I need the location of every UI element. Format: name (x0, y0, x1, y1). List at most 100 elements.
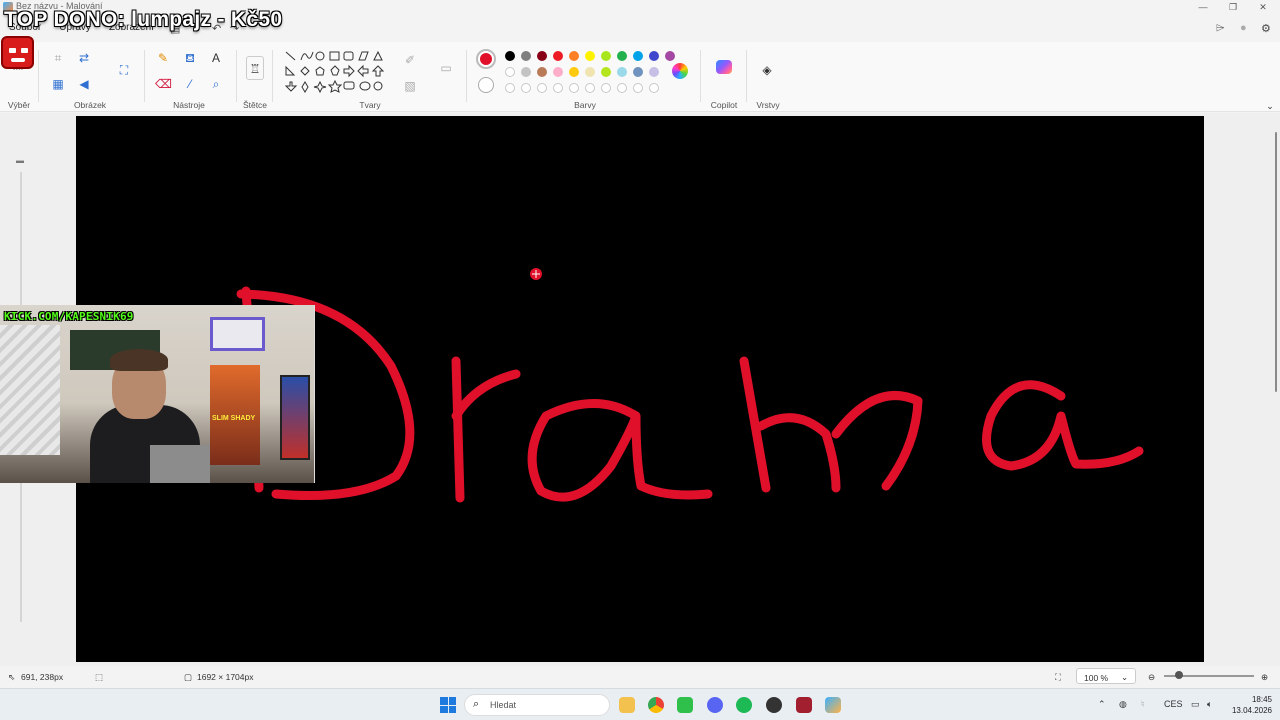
custom-color-slot[interactable] (633, 83, 643, 93)
close-button[interactable]: ✕ (1246, 0, 1280, 14)
language-indicator[interactable]: CES (1164, 699, 1183, 709)
search-icon: ⌕ (473, 698, 480, 710)
collapse-ribbon-icon[interactable]: ⌄ (1262, 98, 1278, 114)
resize-icon[interactable]: ⇄ (76, 50, 92, 66)
shape-style-icon[interactable]: ▭ (438, 60, 454, 76)
palette-swatch[interactable] (505, 67, 515, 77)
app-icon-red[interactable] (796, 697, 812, 713)
palette-swatch[interactable] (633, 67, 643, 77)
palette-swatch[interactable] (585, 67, 595, 77)
palette-swatch[interactable] (585, 51, 595, 61)
palette-swatch[interactable] (633, 51, 643, 61)
tray-app-icon[interactable]: ◍ (1119, 699, 1127, 710)
magnifier-icon[interactable]: ⌕ (208, 76, 224, 92)
ribbon-divider (700, 50, 701, 102)
group-label-colors: Barvy (574, 100, 596, 110)
webcam-overlay: SLIM SHADY KICK.COM/KAPESNIK69 (0, 305, 315, 483)
clock[interactable]: 18:45 13.04.2026 (1222, 694, 1272, 716)
palette-swatch[interactable] (553, 51, 563, 61)
ribbon-divider (38, 50, 39, 102)
remove-background-icon[interactable]: ▦ (50, 76, 66, 92)
palette-swatch[interactable] (665, 51, 675, 61)
fit-to-window-icon[interactable]: ⛶ (1055, 672, 1061, 683)
palette-swatch[interactable] (521, 51, 531, 61)
cursor-icon: ⇖ (8, 672, 16, 682)
network-icon[interactable]: ▭ (1191, 699, 1200, 710)
chevron-down-icon: ⌄ (1121, 672, 1129, 682)
kick-app-icon[interactable] (677, 697, 693, 713)
palette-swatch[interactable] (505, 51, 515, 61)
palette-swatch[interactable] (617, 51, 627, 61)
brush-icon[interactable]: ♖ (246, 56, 264, 80)
custom-color-slot[interactable] (569, 83, 579, 93)
edit-colors-icon[interactable] (672, 63, 688, 79)
palette-swatch[interactable] (537, 67, 547, 77)
outline-icon[interactable]: ✐ (402, 52, 418, 68)
palette-swatch[interactable] (569, 51, 579, 61)
clock-time: 18:45 (1251, 695, 1272, 704)
custom-color-slot[interactable] (505, 83, 515, 93)
channel-tag: KICK.COM/KAPESNIK69 (4, 310, 134, 323)
fill-icon[interactable]: ▧ (402, 78, 418, 94)
color-picker-icon[interactable]: ⁄ (182, 76, 198, 92)
volume-icon[interactable]: 🔈︎ (1207, 699, 1212, 710)
palette-swatch[interactable] (617, 67, 627, 77)
canvas-size-icon: ▢ (184, 672, 193, 682)
secondary-color-swatch[interactable] (478, 77, 494, 93)
zoom-level: 100 % (1084, 673, 1109, 683)
account-icon[interactable]: ● (1240, 22, 1247, 34)
tray-overflow-icon[interactable]: ⌃ (1098, 699, 1106, 710)
custom-color-slot[interactable] (537, 83, 547, 93)
custom-color-slot[interactable] (601, 83, 611, 93)
active-color-swatch[interactable] (476, 49, 496, 69)
rotate-icon[interactable]: ◀ (76, 76, 92, 92)
palette-swatch[interactable] (537, 51, 547, 61)
zoom-out-icon[interactable]: ⊖ (1148, 672, 1155, 683)
paint-taskbar-icon[interactable] (825, 697, 841, 713)
palette-swatch[interactable] (569, 67, 579, 77)
fill-bucket-icon[interactable]: ⛾ (182, 50, 198, 66)
layers-icon[interactable]: ◈ (759, 62, 775, 78)
zoom-slider-thumb[interactable] (1175, 671, 1183, 679)
discord-icon[interactable] (707, 697, 723, 713)
custom-color-slot[interactable] (521, 83, 531, 93)
text-tool-icon[interactable]: A (208, 50, 224, 66)
spotify-icon[interactable] (736, 697, 752, 713)
palette-swatch[interactable] (601, 51, 611, 61)
palette-swatch[interactable] (649, 67, 659, 77)
custom-color-slot[interactable] (553, 83, 563, 93)
image-select-icon[interactable]: ⛶ (116, 62, 132, 78)
taskbar-search[interactable]: ⌕ Hledat (464, 694, 610, 716)
group-label-image: Obrázek (73, 100, 107, 110)
scrollbar-thumb[interactable] (1275, 132, 1277, 392)
zoom-level-select[interactable]: 100 % ⌄ (1076, 668, 1136, 684)
custom-color-slot[interactable] (649, 83, 659, 93)
minimize-button[interactable]: — (1186, 0, 1220, 14)
chrome-icon[interactable] (648, 697, 664, 713)
start-button-icon[interactable] (440, 697, 456, 713)
custom-color-slot[interactable] (585, 83, 595, 93)
microphone-icon[interactable]: ♮ (1141, 699, 1144, 710)
obs-icon[interactable] (766, 697, 782, 713)
group-label-copilot: Copilot (710, 100, 738, 110)
webcam-poster-2 (280, 375, 310, 460)
group-label-brushes: Štětce (242, 100, 268, 110)
palette-swatch[interactable] (521, 67, 531, 77)
vertical-scrollbar[interactable] (1272, 116, 1280, 662)
share-icon[interactable]: ⌲ (1216, 22, 1225, 35)
copilot-icon[interactable] (716, 60, 732, 74)
custom-color-slot[interactable] (617, 83, 627, 93)
palette-swatch[interactable] (601, 67, 611, 77)
shapes-gallery[interactable] (282, 48, 392, 100)
palette-swatch[interactable] (649, 51, 659, 61)
file-explorer-icon[interactable] (619, 697, 635, 713)
pencil-icon[interactable]: ✎ (155, 50, 171, 66)
status-bar: ⇖ 691, 238px ⬚ ▢ 1692 × 1704px ⛶ 100 % ⌄… (0, 666, 1280, 686)
crop-icon[interactable]: ⌗ (50, 50, 66, 66)
zoom-in-icon[interactable]: ⊕ (1261, 672, 1268, 683)
maximize-button[interactable]: ❐ (1216, 0, 1250, 14)
palette-swatch[interactable] (553, 67, 563, 77)
group-label-shapes: Tvary (359, 100, 381, 110)
settings-gear-icon[interactable]: ⚙ (1261, 22, 1271, 35)
eraser-icon[interactable]: ⌫ (155, 76, 172, 92)
